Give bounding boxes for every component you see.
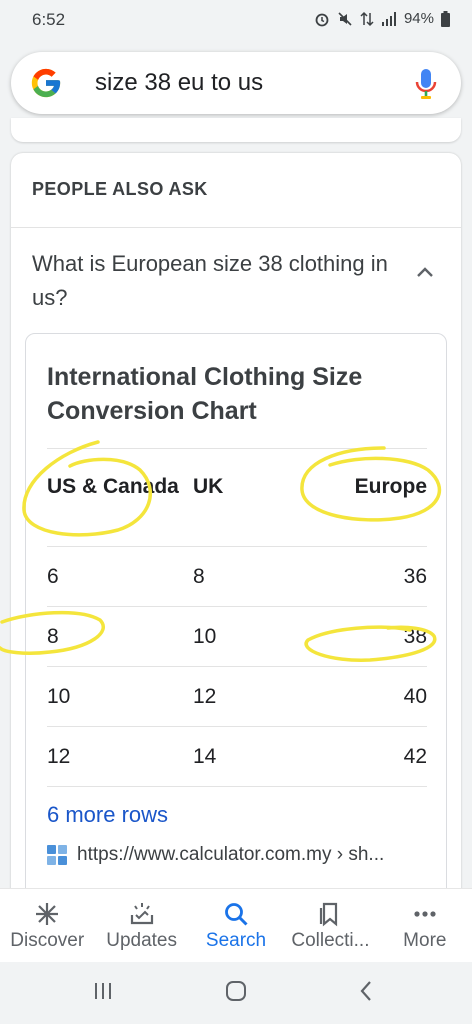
nav-label: Collecti...	[291, 930, 370, 951]
nav-collections[interactable]: Collecti...	[283, 889, 377, 962]
search-query[interactable]: size 38 eu to us	[95, 69, 263, 97]
battery-percent: 94%	[403, 10, 434, 27]
nav-updates[interactable]: Updates	[94, 889, 188, 962]
calculator-favicon-icon	[47, 845, 67, 865]
alarm-icon	[315, 13, 329, 26]
cell-uk: 10	[193, 606, 327, 667]
table-header-row: US & Canada UK Europe	[47, 448, 427, 547]
paa-question[interactable]: What is European size 38 clothing in us?	[32, 247, 402, 315]
column-header-uk: UK	[193, 448, 327, 547]
cell-us: 12	[47, 726, 193, 787]
previous-card-bottom	[11, 118, 461, 142]
data-transfer-icon	[360, 11, 374, 26]
divider	[11, 227, 461, 228]
cell-us: 10	[47, 666, 193, 727]
system-navigation-bar	[0, 962, 472, 1024]
paa-heading: PEOPLE ALSO ASK	[32, 179, 208, 199]
answer-title: International Clothing Size Conversion C…	[47, 363, 363, 425]
bookmark-icon	[320, 902, 338, 927]
nav-label: Discover	[10, 930, 85, 951]
nav-label: Search	[205, 930, 267, 951]
status-bar: 6:52 94%	[0, 0, 472, 42]
column-header-us-canada: US & Canada	[47, 448, 193, 547]
home-icon[interactable]	[224, 980, 248, 1002]
asterisk-icon	[36, 903, 59, 925]
more-dots-icon	[414, 911, 436, 917]
nav-label: More	[403, 930, 447, 951]
cell-europe: 40	[327, 666, 427, 727]
cell-us: 8	[47, 606, 193, 667]
chevron-up-icon[interactable]	[415, 265, 435, 279]
more-rows-link[interactable]: 6 more rows	[47, 802, 168, 828]
cell-uk: 14	[193, 726, 327, 787]
recent-apps-icon[interactable]	[92, 980, 114, 1002]
source-link[interactable]: https://www.calculator.com.my › sh...	[47, 844, 384, 866]
table-row: 6 8 36	[47, 546, 427, 607]
nav-search[interactable]: Search	[189, 889, 283, 962]
column-header-europe: Europe	[327, 448, 427, 547]
cell-uk: 8	[193, 546, 327, 607]
google-logo-icon[interactable]	[29, 66, 63, 100]
cell-europe: 36	[327, 546, 427, 607]
status-time: 6:52	[32, 10, 66, 29]
cell-uk: 12	[193, 666, 327, 727]
table-row: 10 12 40	[47, 666, 427, 727]
bottom-navigation: Discover Updates Search Collecti... More	[0, 888, 472, 962]
nav-discover[interactable]: Discover	[0, 889, 94, 962]
battery-icon	[441, 10, 450, 27]
size-conversion-table: US & Canada UK Europe 6 8 36 8 10 38 10	[47, 448, 427, 787]
cell-europe: 42	[327, 726, 427, 787]
updates-icon	[130, 903, 153, 925]
nav-more[interactable]: More	[378, 889, 472, 962]
status-icons: 94%	[314, 10, 450, 27]
answer-panel: International Clothing Size Conversion C…	[25, 333, 447, 913]
signal-icon	[381, 11, 396, 26]
table-row: 12 14 42	[47, 726, 427, 787]
cell-europe: 38	[327, 606, 427, 667]
cell-us: 6	[47, 546, 193, 607]
microphone-icon[interactable]	[415, 68, 437, 100]
search-bar[interactable]: size 38 eu to us	[11, 52, 461, 114]
mute-icon	[338, 11, 352, 26]
source-url[interactable]: https://www.calculator.com.my › sh...	[77, 844, 384, 866]
nav-label: Updates	[106, 930, 177, 951]
table-row: 8 10 38	[47, 606, 427, 667]
back-icon[interactable]	[358, 980, 374, 1002]
people-also-ask-card: PEOPLE ALSO ASK What is European size 38…	[11, 153, 461, 913]
search-icon	[225, 903, 248, 926]
